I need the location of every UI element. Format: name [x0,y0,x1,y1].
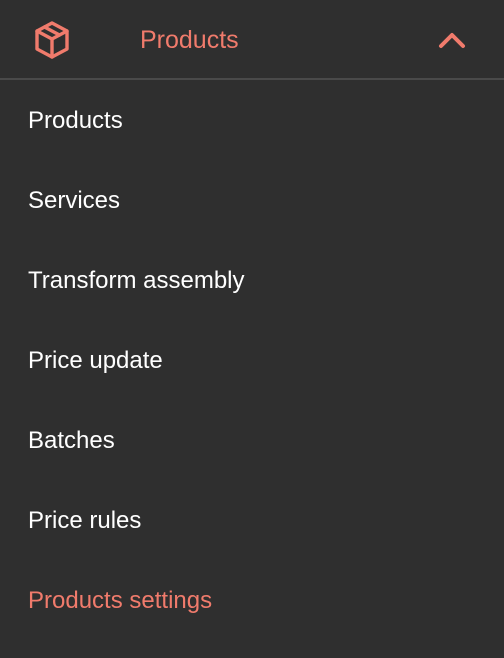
submenu-list: Products Services Transform assembly Pri… [0,80,504,640]
menu-item-services[interactable]: Services [0,160,504,240]
menu-item-label: Transform assembly [28,267,245,294]
menu-item-price-rules[interactable]: Price rules [0,480,504,560]
products-menu: Products Products Services Transform ass… [0,0,504,658]
menu-item-batches[interactable]: Batches [0,400,504,480]
menu-item-label: Price update [28,347,163,374]
menu-item-products-settings[interactable]: Products settings [0,560,504,640]
menu-item-label: Price rules [28,507,142,534]
section-title: Products [140,26,239,54]
menu-item-label: Products settings [28,587,213,614]
box-icon [32,20,72,60]
menu-item-transform-assembly[interactable]: Transform assembly [0,240,504,320]
menu-section-header[interactable]: Products [0,0,504,80]
menu-item-label: Services [28,187,121,214]
chevron-up-icon[interactable] [438,28,466,52]
menu-item-label: Batches [28,427,115,454]
menu-item-products[interactable]: Products [0,80,504,160]
menu-item-price-update[interactable]: Price update [0,320,504,400]
menu-item-label: Products [28,107,123,134]
